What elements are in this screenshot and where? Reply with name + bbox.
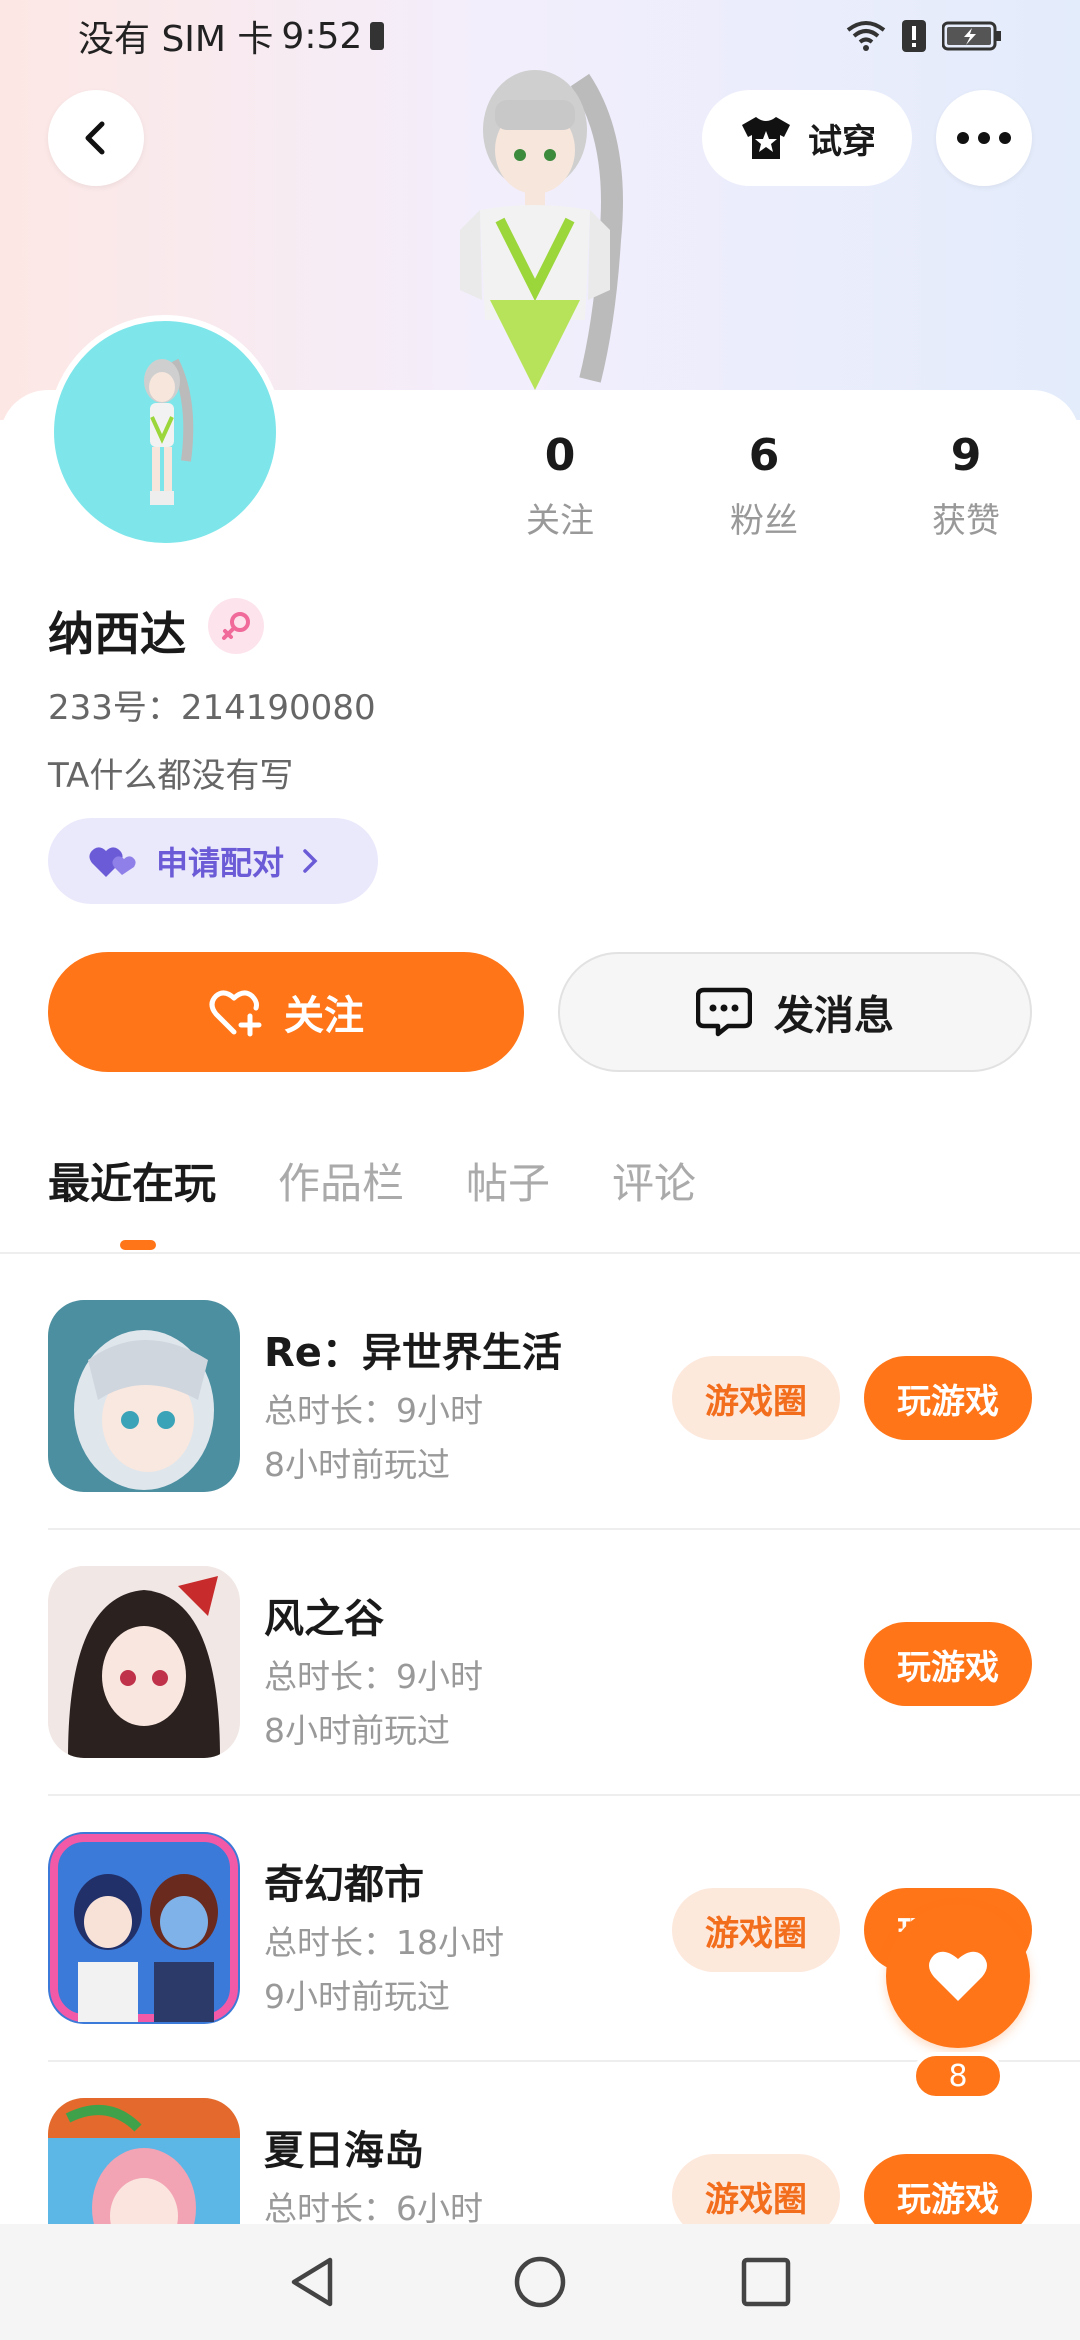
game-total-duration: 总时长：6小时 xyxy=(264,2189,483,2228)
nav-back-icon[interactable] xyxy=(286,2254,342,2310)
game-title: Re：异世界生活 xyxy=(264,1330,562,1376)
request-pair-label: 申请配对 xyxy=(156,844,285,882)
chat-bubble-icon xyxy=(696,987,752,1037)
stat-value: 9 xyxy=(950,430,982,481)
back-button[interactable] xyxy=(48,90,144,186)
username: 纳西达 xyxy=(48,607,186,661)
try-on-label: 试穿 xyxy=(808,121,876,162)
game-icon-image xyxy=(48,1566,240,1758)
system-navigation-bar xyxy=(0,2224,1080,2340)
stat-likes[interactable]: 9 获赞 xyxy=(896,430,1036,542)
stat-label: 关注 xyxy=(526,501,594,541)
send-message-button[interactable]: 发消息 xyxy=(558,952,1032,1072)
wifi-icon xyxy=(846,20,886,52)
game-icon-image xyxy=(48,1300,240,1492)
nav-recents-icon[interactable] xyxy=(738,2254,794,2310)
stat-following[interactable]: 0 关注 xyxy=(490,430,630,542)
stat-label: 粉丝 xyxy=(730,501,798,541)
heart-plus-icon xyxy=(209,990,262,1037)
gender-female-icon xyxy=(208,598,264,654)
status-left: 没有 SIM 卡 9:52 xyxy=(78,10,385,62)
active-tab-indicator xyxy=(120,1240,156,1250)
user-bio: TA什么都没有写 xyxy=(48,756,294,796)
game-total-duration: 总时长：9小时 xyxy=(264,1391,483,1430)
clock-text: 9:52 xyxy=(281,15,363,57)
carrier-text: 没有 SIM 卡 xyxy=(78,19,274,60)
stat-value: 6 xyxy=(748,430,780,481)
status-right xyxy=(846,20,1002,52)
user-id: 233号：214190080 xyxy=(48,688,376,728)
tab-works[interactable]: 作品栏 xyxy=(278,1150,404,1230)
request-pair-button[interactable]: 申请配对 xyxy=(48,818,378,904)
back-arrow-icon xyxy=(85,121,105,155)
follow-button[interactable]: 关注 xyxy=(48,952,524,1072)
send-message-label: 发消息 xyxy=(774,993,894,1039)
battery-saver-icon xyxy=(370,22,385,50)
stat-followers[interactable]: 6 粉丝 xyxy=(694,430,834,542)
play-game-button[interactable]: 玩游戏 xyxy=(864,1356,1032,1440)
stat-label: 获赞 xyxy=(932,501,1000,541)
try-on-button[interactable]: 试穿 xyxy=(702,90,912,186)
game-row[interactable]: 风之谷 总时长：9小时 8小时前玩过 玩游戏 xyxy=(0,1566,1080,1832)
double-heart-icon xyxy=(89,847,136,877)
avatar-character-image xyxy=(144,358,194,505)
game-title: 奇幻都市 xyxy=(264,1862,424,1908)
nav-home-icon[interactable] xyxy=(512,2254,568,2310)
tabs-divider xyxy=(0,1252,1080,1254)
game-circle-button[interactable]: 游戏圈 xyxy=(672,1356,840,1440)
character-figure xyxy=(420,60,670,400)
game-total-duration: 总时长：18小时 xyxy=(264,1923,504,1962)
game-row[interactable]: Re：异世界生活 总时长：9小时 8小时前玩过 游戏圈 玩游戏 xyxy=(0,1300,1080,1566)
avatar[interactable] xyxy=(48,315,282,549)
chevron-right-icon xyxy=(303,849,318,873)
like-floating-button[interactable] xyxy=(886,1904,1030,2048)
more-options-button[interactable] xyxy=(936,90,1032,186)
game-last-played: 9小时前玩过 xyxy=(264,1977,450,2016)
profile-stats: 0 关注 6 粉丝 9 获赞 xyxy=(490,430,1050,550)
tab-posts[interactable]: 帖子 xyxy=(466,1150,550,1230)
game-title: 夏日海岛 xyxy=(264,2128,424,2174)
profile-tabs: 最近在玩 作品栏 帖子 评论 xyxy=(48,1150,696,1230)
row-divider xyxy=(48,1794,1080,1796)
game-total-duration: 总时长：9小时 xyxy=(264,1657,483,1696)
heart-icon xyxy=(929,1951,987,2001)
follow-label: 关注 xyxy=(284,993,364,1039)
game-last-played: 8小时前玩过 xyxy=(264,1711,450,1750)
game-title: 风之谷 xyxy=(264,1596,384,1642)
game-last-played: 8小时前玩过 xyxy=(264,1445,450,1484)
game-icon-image xyxy=(48,1832,240,2024)
play-game-button[interactable]: 玩游戏 xyxy=(864,1622,1032,1706)
stat-value: 0 xyxy=(544,430,576,481)
game-circle-button[interactable]: 游戏圈 xyxy=(672,1888,840,1972)
more-dots-icon xyxy=(957,132,1011,144)
tshirt-icon xyxy=(742,117,790,159)
alert-icon xyxy=(902,20,926,52)
tab-comments[interactable]: 评论 xyxy=(612,1150,696,1230)
like-count-badge: 8 xyxy=(912,2052,1004,2100)
battery-icon xyxy=(942,21,1002,51)
row-divider xyxy=(48,1528,1080,1530)
tab-recently-played[interactable]: 最近在玩 xyxy=(48,1150,216,1230)
